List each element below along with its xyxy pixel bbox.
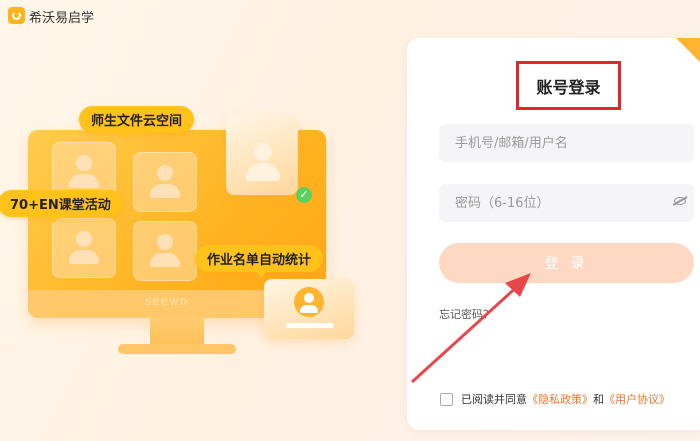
profile-card [226,115,298,195]
eye-icon[interactable] [674,197,686,205]
agreement-and: 和 [593,393,604,406]
login-title: 账号登录 [536,77,601,97]
avatar-tile [133,221,197,281]
app-logo-icon [8,7,25,24]
forgot-password-link[interactable]: 忘记密码？ [439,306,494,322]
app-title: 希沃易启学 [29,11,95,26]
privacy-policy-link[interactable]: 《隐私政策》 [527,391,593,407]
username-input[interactable] [439,124,694,162]
hero-illustration: seewo ✓ 师生文件云空间 70+EN课堂活动 作业名单自动统计 [0,95,380,425]
password-input[interactable] [439,184,694,222]
login-button[interactable]: 登 录 [439,243,694,283]
feature-bubble: 70+EN课堂活动 [0,190,123,223]
monitor-brand: seewo [145,294,189,308]
result-card [264,279,354,339]
qr-switch-icon[interactable] [676,38,700,72]
monitor-stand-base [118,344,236,354]
feature-bubble: 作业名单自动统计 [195,245,324,278]
agreement-row: 已阅读并同意 《隐私政策》 和 《用户协议》 [440,391,670,407]
avatar-tile [133,152,197,212]
feature-bubble: 师生文件云空间 [79,106,195,139]
user-agreement-link[interactable]: 《用户协议》 [604,391,670,407]
username-field[interactable] [439,124,694,162]
agreement-checkbox[interactable] [440,392,453,406]
password-field[interactable] [439,184,694,222]
check-icon: ✓ [296,187,312,203]
agreement-prefix: 已阅读并同意 [461,393,527,406]
login-title-highlight: 账号登录 [516,61,621,110]
login-panel: 账号登录 登 录 忘记密码？ 已阅读并同意 《隐私政策》 和 《用户协议》 [407,38,700,430]
avatar-tile [52,218,116,278]
